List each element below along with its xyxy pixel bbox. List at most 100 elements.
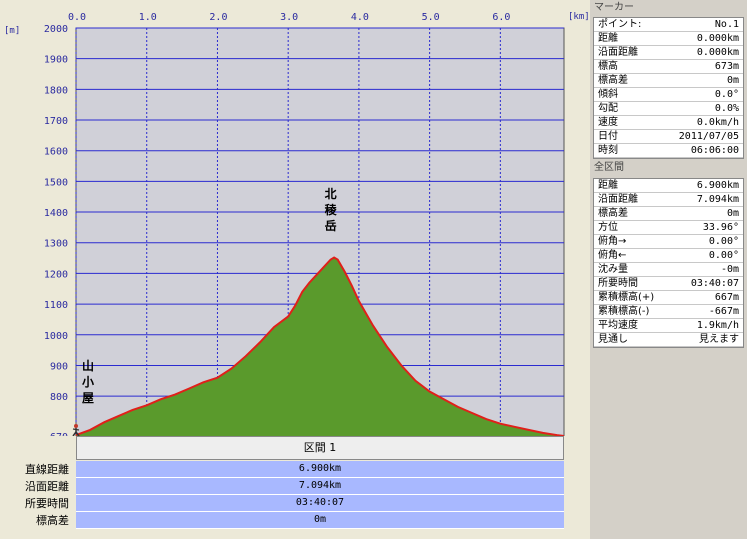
info-value: 見えます bbox=[699, 334, 739, 345]
x-tick-label: 4.0 bbox=[351, 12, 369, 23]
info-row: 距離 0.000km bbox=[594, 32, 743, 46]
info-key: 日付 bbox=[598, 131, 618, 142]
info-row: 沿面距離 7.094km bbox=[594, 193, 743, 207]
marker-panel-title: マーカー bbox=[594, 2, 634, 13]
info-row: 傾斜 0.0° bbox=[594, 88, 743, 102]
info-value: 1.9km/h bbox=[696, 320, 739, 331]
info-key: 累積標高(+) bbox=[598, 292, 655, 303]
y-tick-label: 1100 bbox=[44, 300, 68, 311]
info-value: 03:40:07 bbox=[690, 278, 739, 289]
y-tick-label: 900 bbox=[50, 361, 68, 372]
info-row: 時刻 06:06:00 bbox=[594, 144, 743, 158]
info-value: 667m bbox=[714, 292, 739, 303]
info-row: 距離 6.900km bbox=[594, 179, 743, 193]
marker-table: ポイント: No.1 距離 0.000km 沿面距離 0.000km 標高 673m 標高差 0m… bbox=[593, 17, 744, 159]
summary-key: 直線距離 bbox=[25, 463, 69, 476]
info-key: 速度 bbox=[598, 117, 618, 128]
x-tick-label: 2.0 bbox=[209, 12, 227, 23]
info-row: 標高差 0m bbox=[594, 74, 743, 88]
info-key: 標高 bbox=[598, 61, 618, 72]
info-key: 累積標高(-) bbox=[598, 306, 650, 317]
info-value: 0.00° bbox=[708, 250, 739, 261]
info-row: 平均速度 1.9km/h bbox=[594, 319, 743, 333]
section-header[interactable]: 区間 1 bbox=[76, 436, 564, 460]
info-row: 速度 0.0km/h bbox=[594, 116, 743, 130]
info-row: 俯角→ 0.00° bbox=[594, 235, 743, 249]
x-tick-label: 1.0 bbox=[139, 12, 157, 23]
info-row: 所要時間 03:40:07 bbox=[594, 277, 743, 291]
info-row: 日付 2011/07/05 bbox=[594, 130, 743, 144]
info-value: 0.000km bbox=[696, 47, 739, 58]
summary-row: 直線距離 6.900km bbox=[0, 461, 590, 478]
summary-key: 沿面距離 bbox=[25, 480, 69, 493]
info-key: 俯角← bbox=[598, 250, 627, 261]
info-value: -0m bbox=[720, 264, 739, 275]
y-tick-label: 1600 bbox=[44, 147, 68, 158]
info-value: 2011/07/05 bbox=[678, 131, 739, 142]
info-value: 0.0km/h bbox=[696, 117, 739, 128]
x-tick-label: 5.0 bbox=[422, 12, 440, 23]
info-value: 0.0° bbox=[714, 89, 739, 100]
y-tick-label: 800 bbox=[50, 392, 68, 403]
info-key: 距離 bbox=[598, 180, 618, 191]
y-tick-label: 1300 bbox=[44, 239, 68, 250]
x-tick-label: 3.0 bbox=[280, 12, 298, 23]
info-key: 沿面距離 bbox=[598, 47, 638, 58]
annotation-char: 稜 bbox=[325, 202, 338, 217]
y-axis-unit: [m] bbox=[4, 26, 20, 36]
summary-value: 6.900km bbox=[76, 461, 564, 478]
info-value: 0.0% bbox=[714, 103, 739, 114]
annotation-char: 岳 bbox=[325, 218, 337, 233]
info-row: ポイント: No.1 bbox=[594, 18, 743, 32]
info-value: 33.96° bbox=[702, 222, 739, 233]
info-key: 勾配 bbox=[598, 103, 618, 114]
y-tick-label: 1500 bbox=[44, 177, 68, 188]
x-tick-label: 6.0 bbox=[492, 12, 510, 23]
info-value: -667m bbox=[708, 306, 739, 317]
info-key: 距離 bbox=[598, 33, 618, 44]
info-panel: マーカー ポイント: No.1 距離 0.000km 沿面距離 0.000km 標高 673m… bbox=[590, 0, 747, 539]
info-row: 勾配 0.0% bbox=[594, 102, 743, 116]
info-value: 0.000km bbox=[696, 33, 739, 44]
info-row: 標高差 0m bbox=[594, 207, 743, 221]
info-row: 沈み量 -0m bbox=[594, 263, 743, 277]
summary-row: 標高差 0m bbox=[0, 512, 590, 529]
info-key: 方位 bbox=[598, 222, 618, 233]
info-row: 見通し 見えます bbox=[594, 333, 743, 347]
info-key: ポイント: bbox=[598, 19, 642, 30]
info-row: 沿面距離 0.000km bbox=[594, 46, 743, 60]
info-value: 6.900km bbox=[696, 180, 739, 191]
info-value: 0.00° bbox=[708, 236, 739, 247]
info-value: No.1 bbox=[714, 19, 739, 30]
summary-value: 7.094km bbox=[76, 478, 564, 495]
elevation-profile-chart[interactable]: 2000 1900 1800 1700 1600 1500 1400 1300 1200 1100… bbox=[0, 0, 590, 539]
hiker-marker-part bbox=[74, 424, 78, 428]
info-value: 06:06:00 bbox=[690, 145, 739, 156]
x-tick-label: 0.0 bbox=[68, 12, 86, 23]
summary-value: 03:40:07 bbox=[76, 495, 564, 512]
summary-key: 標高差 bbox=[36, 514, 69, 527]
summary-key: 所要時間 bbox=[25, 497, 69, 510]
y-tick-label: 1400 bbox=[44, 208, 68, 219]
info-value: 673m bbox=[714, 61, 739, 72]
y-tick-label: 2000 bbox=[44, 24, 68, 35]
summary-value: 0m bbox=[76, 512, 564, 529]
summary-row: 沿面距離 7.094km bbox=[0, 478, 590, 495]
info-key: 見通し bbox=[598, 334, 628, 345]
y-tick-label: 1700 bbox=[44, 116, 68, 127]
x-axis-unit: [km] bbox=[568, 12, 590, 22]
info-row: 俯角← 0.00° bbox=[594, 249, 743, 263]
info-key: 時刻 bbox=[598, 145, 618, 156]
info-row: 標高 673m bbox=[594, 60, 743, 74]
info-row: 方位 33.96° bbox=[594, 221, 743, 235]
y-tick-label: 1900 bbox=[44, 55, 68, 66]
info-key: 俯角→ bbox=[598, 236, 627, 247]
annotation-char: 小 bbox=[82, 374, 94, 389]
info-key: 所要時間 bbox=[598, 278, 638, 289]
info-key: 標高差 bbox=[598, 208, 628, 219]
chart-canvas[interactable]: 2000 1900 1800 1700 1600 1500 1400 1300 1200 1100… bbox=[0, 0, 590, 436]
y-tick-label: 1000 bbox=[44, 331, 68, 342]
section-summary: 区間 1 直線距離 6.900km 沿面距離 7.094km 所要時間 03:4… bbox=[0, 436, 590, 539]
y-tick-label: 1800 bbox=[44, 85, 68, 96]
info-key: 傾斜 bbox=[598, 89, 618, 100]
